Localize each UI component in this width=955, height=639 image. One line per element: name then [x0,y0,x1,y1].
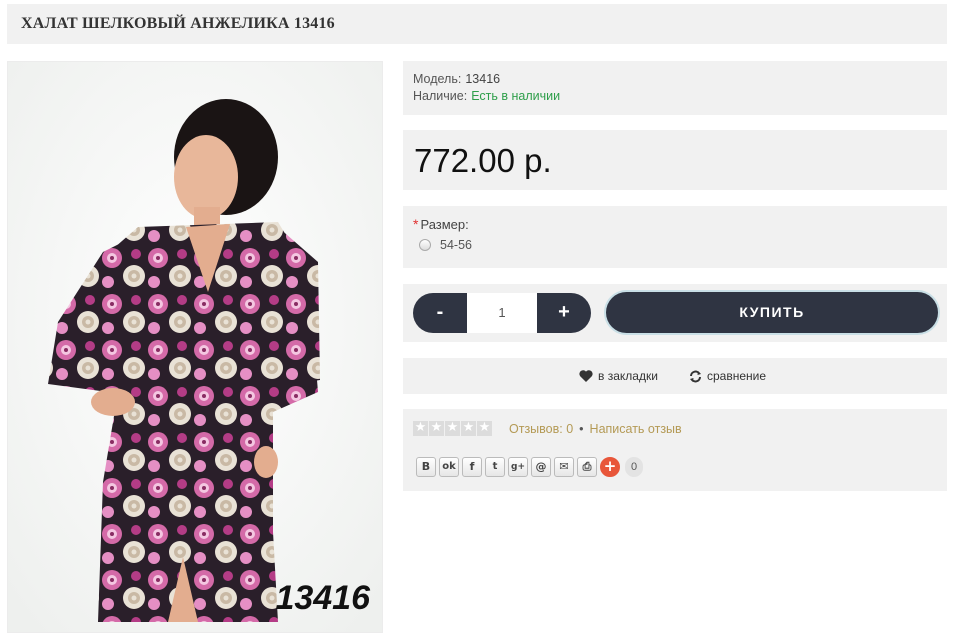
odnoklassniki-share-button[interactable]: ok [439,457,459,477]
options-panel: * Размер: 54-56 [403,206,947,268]
model-value: 13416 [465,72,501,86]
compare-link[interactable]: сравнение [689,358,766,394]
decrease-quantity-button[interactable]: - [413,293,467,333]
size-option-row[interactable]: 54-56 [413,238,937,252]
googleplus-share-button[interactable]: g+ [508,457,528,477]
heart-icon [579,370,593,382]
refresh-icon [690,370,701,382]
vk-share-button[interactable]: B [416,457,436,477]
reviews-count-link[interactable]: Отзывов: 0 [509,422,573,436]
increase-quantity-button[interactable]: + [537,293,591,333]
quantity-stepper: - 1 + [413,293,591,333]
actions-panel: в закладки сравнение [403,358,947,394]
buy-button[interactable]: КУПИТЬ [606,292,938,333]
rating-stars [413,420,493,436]
stock-row: Наличие: Есть в наличии [413,88,937,105]
reviews-panel: Отзывов: 0 • Написать отзыв B ok f t g+ @ … [403,409,947,491]
compare-label[interactable]: сравнение [707,369,766,383]
stock-label: Наличие: [413,89,468,103]
size-option-label[interactable]: 54-56 [440,238,472,252]
wishlist-link[interactable]: в закладки [579,358,658,394]
star-icon [445,420,460,436]
facebook-share-button[interactable]: f [462,457,482,477]
star-icon [429,420,444,436]
share-buttons: B ok f t g+ @ ✉ ⎙ + 0 [416,457,643,477]
size-option-heading: * Размер: [413,216,937,232]
separator: • [579,422,584,436]
share-count: 0 [625,457,643,477]
required-mark: * [413,216,419,232]
star-icon [477,420,492,436]
price-panel: 772.00 р. [403,130,947,190]
star-icon [413,420,428,436]
product-title-bar: ХАЛАТ ШЕЛКОВЫЙ АНЖЕЛИКА 13416 [7,4,947,44]
reviews-summary: Отзывов: 0 • Написать отзыв [509,421,682,437]
twitter-share-button[interactable]: t [485,457,505,477]
email-at-share-button[interactable]: @ [531,457,551,477]
quantity-input[interactable]: 1 [467,293,537,333]
print-button[interactable]: ⎙ [577,457,597,477]
model-label: Модель: [413,72,462,86]
product-image[interactable]: 13416 [7,61,383,633]
size-radio[interactable] [419,239,431,251]
more-share-button[interactable]: + [600,457,620,477]
size-label: Размер: [420,217,469,232]
image-caption: 13416 [275,579,370,617]
mail-share-button[interactable]: ✉ [554,457,574,477]
wishlist-label[interactable]: в закладки [598,369,658,383]
star-icon [461,420,476,436]
product-price: 772.00 р. [414,142,552,179]
product-title: ХАЛАТ ШЕЛКОВЫЙ АНЖЕЛИКА 13416 [21,15,335,32]
product-info-panel: Модель: 13416 Наличие: Есть в наличии [403,61,947,115]
purchase-panel: - 1 + КУПИТЬ [403,284,947,342]
model-row: Модель: 13416 [413,71,937,88]
product-photo [8,62,382,632]
write-review-link[interactable]: Написать отзыв [590,422,682,436]
stock-status: Есть в наличии [471,89,561,103]
